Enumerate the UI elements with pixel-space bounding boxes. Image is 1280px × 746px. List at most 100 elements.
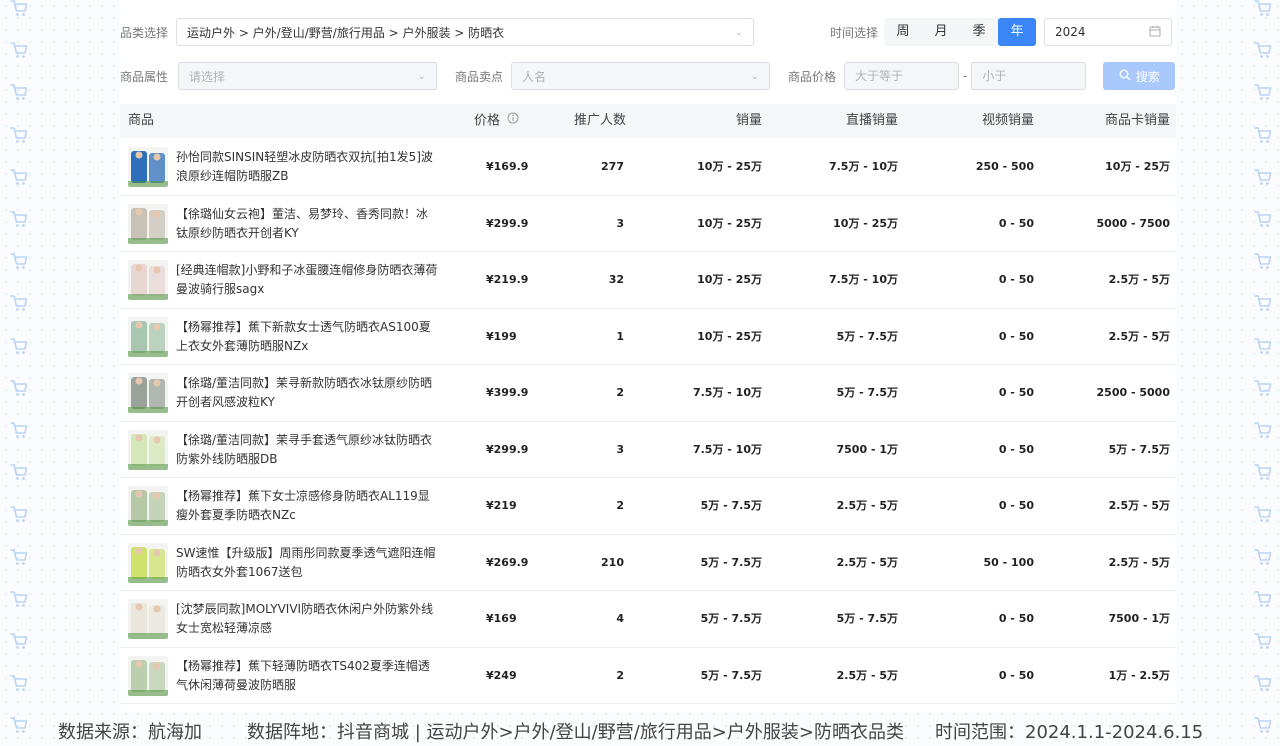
product-thumbnail[interactable] [128,486,168,526]
selling-placeholder: 人名 [522,69,547,84]
cell-card-sales: 2.5万 - 5万 [1108,499,1170,512]
header-price-label: 价格 [474,113,501,129]
time-label: 时间选择 [830,25,879,40]
cell-video-sales: 0 - 50 [998,499,1034,512]
product-name[interactable]: [经典连帽款]小野和子冰蛋腰连帽修身防晒衣薄荷曼波骑行服sagx [176,261,438,299]
cell-card-sales: 5000 - 7500 [1096,216,1170,230]
cell-promoters: 32 [608,273,624,286]
table-row[interactable]: 【徐璐/董洁同款】茉寻新款防晒衣冰钛原纱防晒开创者风感波粒KY ¥399.9 2 7.… [120,365,1176,422]
product-name[interactable]: 【杨幂推荐】蕉下轻薄防晒衣TS402夏季连帽透气休闲薄荷曼波防晒服 [176,657,438,695]
cell-video-sales: 0 - 50 [998,216,1034,230]
cart-icon [1253,251,1273,271]
table-row[interactable]: 【杨幂推荐】蕉下轻薄防晒衣TS402夏季连帽透气休闲薄荷曼波防晒服 ¥249 2 5万… [120,648,1176,704]
table-row[interactable]: 【杨幂推荐】蕉下新款女士透气防晒衣AS100夏上衣女外套薄防晒服NZx ¥199 1… [120,309,1176,365]
header-video-sales: 视频销量 [981,113,1034,128]
product-name[interactable]: [沈梦辰同款]MOLYVIVI防晒衣休闲户外防紫外线女士宽松轻薄凉感 [176,600,438,638]
table-row[interactable]: [经典连帽款]小野和子冰蛋腰连帽修身防晒衣薄荷曼波骑行服sagx ¥219.9 32… [120,252,1176,309]
table-row[interactable]: 【徐璐仙女云袍】董洁、易梦玲、香秀同款！冰钛原纱防晒衣开创者KY ¥299.9 3 1… [120,196,1176,252]
table-body: 孙怡同款SINSIN轻塑冰皮防晒衣双抗[拍1发5]波浪原纱连帽防晒服ZB ¥169… [120,139,1176,704]
product-thumbnail[interactable] [128,655,168,696]
cell-card-sales: 5万 - 7.5万 [1108,442,1170,456]
cell-card-sales: 7500 - 1万 [1108,612,1171,625]
cell-video-sales: 250 - 500 [975,160,1034,173]
cell-card-sales: 10万 - 25万 [1105,160,1170,173]
product-thumbnail[interactable] [128,260,168,300]
filter-row-category: 品类选择 运动户外 > 户外/登山/野营/旅行用品 > 户外服装 > 防晒衣 ⌄… [120,18,1176,46]
cart-icon [1253,547,1273,567]
cart-icon [9,420,29,440]
attr-label: 商品属性 [120,69,169,84]
price-min-input[interactable]: 大于等于 [844,62,960,90]
product-name[interactable]: SW速惟【升级版】周雨彤同款夏季透气遮阳连帽防晒衣女外套1067送包 [176,544,438,582]
cell-price: ¥269.9 [486,555,529,569]
cell-promoters: 2 [616,499,624,512]
attr-placeholder: 请选择 [189,69,226,84]
cart-icon [9,209,29,229]
product-thumbnail[interactable] [128,542,168,583]
product-thumbnail[interactable] [128,147,168,187]
cell-promoters: 2 [616,386,624,399]
cart-icon [9,293,29,313]
decor-cart-column-left [0,0,36,746]
product-name[interactable]: 【徐璐仙女云袍】董洁、易梦玲、香秀同款！冰钛原纱防晒衣开创者KY [176,205,438,243]
price-label: 商品价格 [788,69,837,84]
cell-card-sales: 2500 - 5000 [1096,386,1170,399]
selling-select[interactable]: 人名 ⌄ [511,62,771,90]
cell-live-sales: 7500 - 1万 [836,442,899,456]
decor-cart-column-right [1244,0,1280,746]
price-separator: - [963,69,968,83]
cell-sales: 5万 - 7.5万 [700,612,762,625]
cell-live-sales: 7.5万 - 10万 [828,160,898,173]
cell-video-sales: 0 - 50 [998,386,1034,399]
product-thumbnail[interactable] [128,203,168,244]
cell-price: ¥219.9 [486,273,529,286]
header-price[interactable]: 价格 [474,104,519,139]
cell-price: ¥249 [486,668,517,682]
time-option-year[interactable]: 年 [998,18,1037,46]
info-icon[interactable] [507,104,519,138]
cart-icon [9,40,29,60]
product-name[interactable]: 【徐璐/董洁同款】茉寻手套透气原纱冰钛防晒衣防紫外线防晒服DB [176,431,438,469]
table-row[interactable]: [沈梦辰同款]MOLYVIVI防晒衣休闲户外防紫外线女士宽松轻薄凉感 ¥169 4 5… [120,591,1176,648]
category-select[interactable]: 运动户外 > 户外/登山/野营/旅行用品 > 户外服装 > 防晒衣 ⌄ [176,18,754,46]
year-picker[interactable]: 2024 [1044,18,1173,46]
cell-video-sales: 0 - 50 [998,329,1034,343]
table-row[interactable]: SW速惟【升级版】周雨彤同款夏季透气遮阳连帽防晒衣女外套1067送包 ¥269.9… [120,535,1176,591]
cell-video-sales: 0 - 50 [998,668,1034,682]
table-row[interactable]: 孙怡同款SINSIN轻塑冰皮防晒衣双抗[拍1发5]波浪原纱连帽防晒服ZB ¥169… [120,139,1176,196]
product-name[interactable]: 【杨幂推荐】蕉下新款女士透气防晒衣AS100夏上衣女外套薄防晒服NZx [176,318,438,356]
cart-icon [9,673,29,693]
time-option-quarter[interactable]: 季 [960,18,998,46]
time-option-month[interactable]: 月 [922,18,960,46]
attr-select[interactable]: 请选择 ⌄ [178,62,437,90]
product-name[interactable]: 【杨幂推荐】蕉下女士凉感修身防晒衣AL119显瘦外套夏季防晒衣NZc [176,487,438,525]
footer: 数据来源：航海加 数据阵地：抖音商城 | 运动户外>户外/登山/野营/旅行用品>… [0,712,1280,746]
search-button[interactable]: 搜索 [1103,62,1176,90]
cell-price: ¥169.9 [486,160,529,173]
price-max-input[interactable]: 小于 [971,62,1087,90]
time-segment: 周 月 季 年 [884,18,1037,46]
product-thumbnail[interactable] [128,599,168,639]
chevron-down-icon: ⌄ [417,70,426,82]
table-row[interactable]: 【徐璐/董洁同款】茉寻手套透气原纱冰钛防晒衣防紫外线防晒服DB ¥299.9 3 7.… [120,422,1176,478]
product-thumbnail[interactable] [128,316,168,357]
product-name[interactable]: 孙怡同款SINSIN轻塑冰皮防晒衣双抗[拍1发5]波浪原纱连帽防晒服ZB [176,148,438,186]
time-option-week[interactable]: 周 [884,18,922,46]
cart-icon [9,167,29,187]
footer-period: 时间范围：2024.1.1-2024.6.15 [935,722,1204,743]
cell-card-sales: 1万 - 2.5万 [1108,668,1170,682]
cart-icon [9,547,29,567]
table-row[interactable]: 【杨幂推荐】蕉下女士凉感修身防晒衣AL119显瘦外套夏季防晒衣NZc ¥219 2 5… [120,478,1176,535]
selling-label: 商品卖点 [455,69,504,84]
cell-card-sales: 2.5万 - 5万 [1108,273,1170,286]
cart-icon [1253,631,1273,651]
product-thumbnail[interactable] [128,373,168,413]
footer-scope: 数据阵地：抖音商城 | 运动户外>户外/登山/野营/旅行用品>户外服装>防晒衣品… [247,722,904,743]
header-card-sales: 商品卡销量 [1104,113,1170,128]
cart-icon [1253,40,1273,60]
table-header: 商品 价格 推广人数 销量 直播销量 视频销量 商品卡销量 [120,104,1176,138]
product-thumbnail[interactable] [128,429,168,470]
product-name[interactable]: 【徐璐/董洁同款】茉寻新款防晒衣冰钛原纱防晒开创者风感波粒KY [176,374,438,412]
cell-video-sales: 50 - 100 [983,555,1035,569]
cart-icon [1253,673,1273,693]
